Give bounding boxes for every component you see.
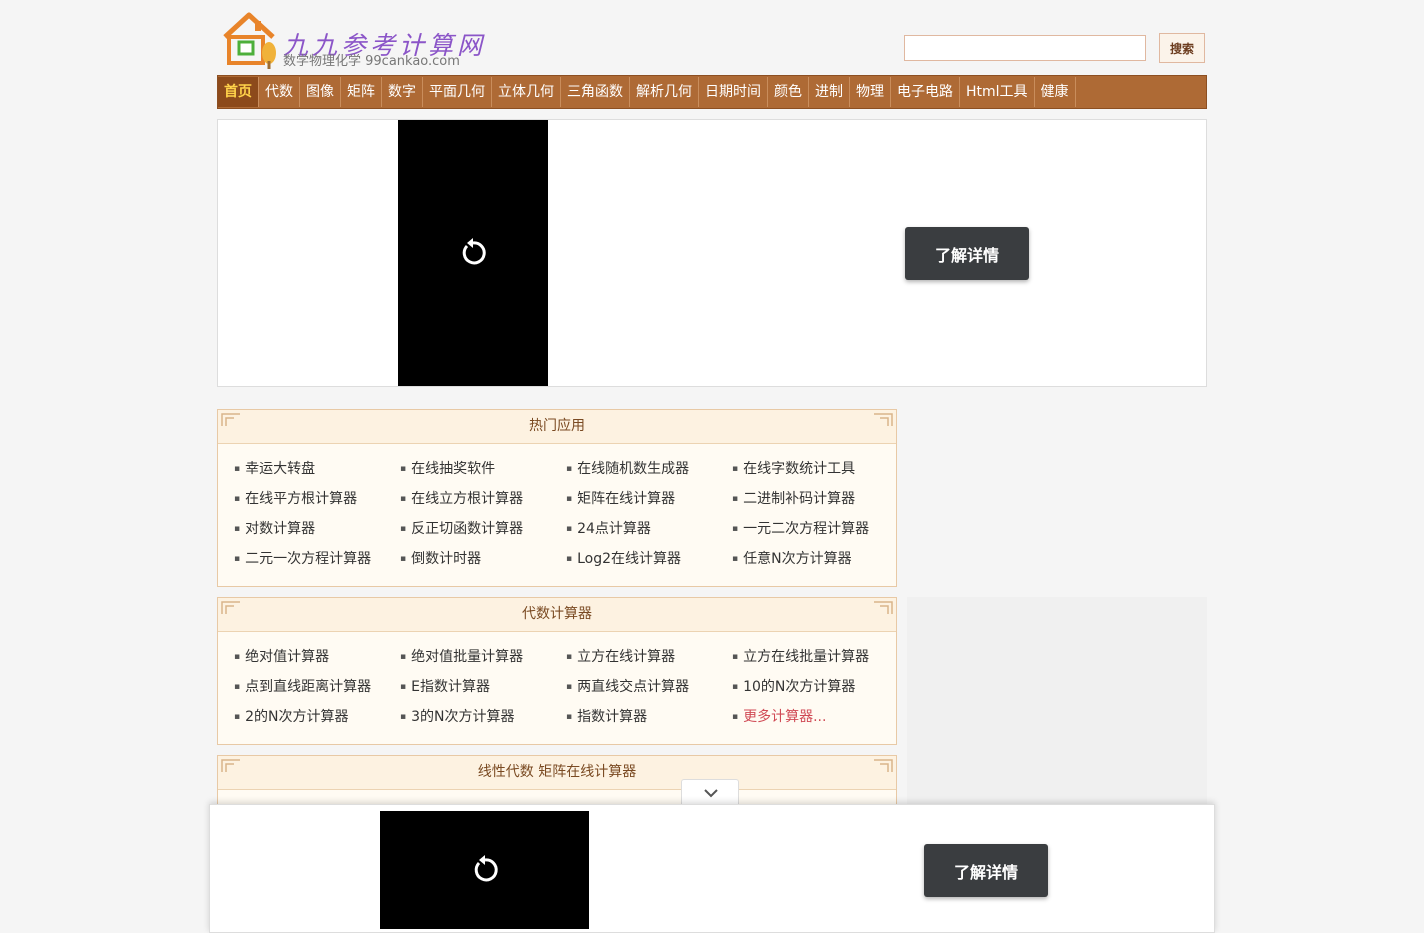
calculator-link[interactable]: 24点计算器 [566,514,732,544]
calculator-link[interactable]: 点到直线距离计算器 [234,672,400,702]
chevron-down-icon [704,789,718,798]
calculator-link[interactable]: 在线随机数生成器 [566,454,732,484]
nav-item[interactable]: 数字 [382,77,423,107]
panel-header: 代数计算器 [218,598,896,632]
corner-ornament-icon [221,413,240,426]
calculator-link[interactable]: 倒数计时器 [400,544,566,574]
calculator-link[interactable]: 10的N次方计算器 [732,672,898,702]
calculator-link[interactable]: 两直线交点计算器 [566,672,732,702]
calculator-link[interactable]: 在线平方根计算器 [234,484,400,514]
panel-algebra: 代数计算器 绝对值计算器绝对值批量计算器立方在线计算器立方在线批量计算器点到直线… [217,597,897,745]
bottom-sticky-ad[interactable]: 了解详情 [209,804,1215,933]
ad-video[interactable] [398,120,548,386]
calculator-link[interactable]: 指数计算器 [566,702,732,732]
calculator-link[interactable]: 二进制补码计算器 [732,484,898,514]
calculator-link[interactable]: 反正切函数计算器 [400,514,566,544]
calculator-link[interactable]: 任意N次方计算器 [732,544,898,574]
search-button[interactable]: 搜索 [1159,33,1205,63]
ad-video[interactable] [380,811,589,929]
calculator-link[interactable]: 二元一次方程计算器 [234,544,400,574]
replay-icon[interactable] [458,238,488,268]
more-calculators-link[interactable]: 更多计算器... [732,702,898,732]
nav-item[interactable]: 颜色 [768,77,809,107]
panel-title: 热门应用 [529,418,585,434]
calculator-link[interactable]: 对数计算器 [234,514,400,544]
nav-item[interactable]: Html工具 [960,77,1035,107]
panel-header: 线性代数 矩阵在线计算器 [218,756,896,790]
nav-item[interactable]: 解析几何 [630,77,699,107]
calculator-link[interactable]: 在线抽奖软件 [400,454,566,484]
ad-learn-more-button[interactable]: 了解详情 [905,227,1029,280]
nav-item[interactable]: 图像 [300,77,341,107]
nav-item[interactable]: 日期时间 [699,77,768,107]
calculator-link[interactable]: 立方在线批量计算器 [732,642,898,672]
nav-item[interactable]: 物理 [850,77,891,107]
search-input[interactable] [904,35,1146,61]
link-grid: 幸运大转盘在线抽奖软件在线随机数生成器在线字数统计工具在线平方根计算器在线立方根… [218,444,896,574]
nav-item[interactable]: 三角函数 [561,77,630,107]
main-nav: 首页 代数 图像 矩阵 数字 平面几何 立体几何 三角函数 解析几何 日期时间 颜色 进制 物理 电子电路… [217,75,1207,109]
calculator-link[interactable]: 在线字数统计工具 [732,454,898,484]
nav-item[interactable]: 代数 [259,77,300,107]
site-logo[interactable]: 九九参考计算网 数学物理化学 99cankao.com [217,8,487,70]
nav-item[interactable]: 立体几何 [492,77,561,107]
calculator-link[interactable]: E指数计算器 [400,672,566,702]
corner-ornament-icon [874,759,893,772]
ad-learn-more-button[interactable]: 了解详情 [924,844,1048,897]
calculator-link[interactable]: 在线立方根计算器 [400,484,566,514]
calculator-link[interactable]: 绝对值计算器 [234,642,400,672]
top-ad-banner[interactable]: 了解详情 [217,119,1207,387]
side-ad-placeholder [907,597,1207,807]
corner-ornament-icon [874,413,893,426]
nav-item[interactable]: 进制 [809,77,850,107]
calculator-link[interactable]: 一元二次方程计算器 [732,514,898,544]
collapse-ad-button[interactable] [681,779,739,805]
logo-subtitle: 数学物理化学 99cankao.com [283,54,460,69]
house-logo-icon [223,12,276,69]
panel-hot-apps: 热门应用 幸运大转盘在线抽奖软件在线随机数生成器在线字数统计工具在线平方根计算器… [217,409,897,587]
corner-ornament-icon [221,759,240,772]
nav-item[interactable]: 首页 [218,77,259,107]
nav-item[interactable]: 矩阵 [341,77,382,107]
nav-item[interactable]: 电子电路 [891,77,960,107]
calculator-link[interactable]: 幸运大转盘 [234,454,400,484]
link-grid: 绝对值计算器绝对值批量计算器立方在线计算器立方在线批量计算器点到直线距离计算器E… [218,632,896,732]
nav-item[interactable]: 平面几何 [423,77,492,107]
calculator-link[interactable]: 绝对值批量计算器 [400,642,566,672]
panel-header: 热门应用 [218,410,896,444]
calculator-link[interactable]: 2的N次方计算器 [234,702,400,732]
replay-icon[interactable] [470,855,500,885]
corner-ornament-icon [874,601,893,614]
calculator-link[interactable]: 立方在线计算器 [566,642,732,672]
corner-ornament-icon [221,601,240,614]
nav-item[interactable]: 健康 [1035,77,1076,107]
calculator-link[interactable]: Log2在线计算器 [566,544,732,574]
panel-title: 代数计算器 [522,606,592,622]
panel-title: 线性代数 矩阵在线计算器 [477,764,637,780]
calculator-link[interactable]: 矩阵在线计算器 [566,484,732,514]
calculator-link[interactable]: 3的N次方计算器 [400,702,566,732]
